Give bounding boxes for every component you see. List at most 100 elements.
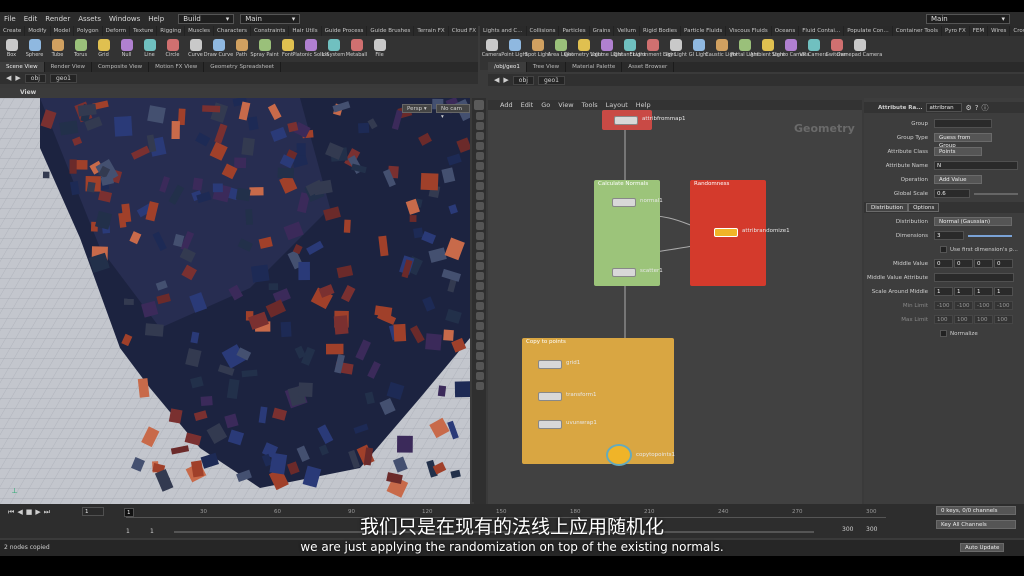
grid-node[interactable] — [538, 360, 562, 369]
shelf-tab[interactable]: Hair Utils — [289, 26, 322, 36]
copy-to-points-box[interactable]: Copy to points — [522, 338, 674, 464]
toolbar-icon[interactable] — [476, 212, 484, 220]
shelf-tab[interactable]: Viscous Fluids — [726, 26, 772, 36]
tab-geometry-spreadsheet[interactable]: Geometry Spreadsheet — [204, 62, 282, 72]
shelf-tab[interactable]: Crowds — [1010, 26, 1024, 36]
toolbar-icon[interactable] — [476, 332, 484, 340]
shelf-tab[interactable]: Lights and C... — [480, 26, 527, 36]
network-editor[interactable]: Geometry attribfrommap1 Calculate Normal… — [488, 110, 862, 504]
toolbar-icon[interactable] — [476, 272, 484, 280]
min-value-1[interactable]: -100 — [954, 301, 973, 310]
max-value-1[interactable]: 100 — [954, 315, 973, 324]
tab-render-view[interactable]: Render View — [45, 62, 92, 72]
toolbar-icon[interactable] — [476, 152, 484, 160]
min-value-3[interactable]: -100 — [994, 301, 1013, 310]
toolbar-icon[interactable] — [476, 232, 484, 240]
toolbar-icon[interactable] — [476, 192, 484, 200]
tab-asset-browser[interactable]: Asset Browser — [622, 62, 675, 72]
toolbar-icon[interactable] — [476, 262, 484, 270]
path-obj[interactable]: obj — [24, 73, 46, 83]
shelf-tab[interactable]: Collisions — [527, 26, 560, 36]
attr-name-field[interactable]: N — [934, 161, 1018, 170]
menu-help[interactable]: Help — [144, 15, 168, 23]
forward-icon[interactable]: ▶ — [15, 74, 20, 82]
path-geo1[interactable]: geo1 — [49, 73, 77, 83]
use-first-checkbox[interactable] — [940, 246, 947, 253]
shelf-tab[interactable]: Grains — [590, 26, 615, 36]
shelf-tab[interactable]: Terrain FX — [414, 26, 449, 36]
scale-value-2[interactable]: 1 — [974, 287, 993, 296]
net-menu-add[interactable]: Add — [500, 100, 513, 110]
toolbar-icon[interactable] — [474, 100, 484, 110]
toolbar-icon[interactable] — [476, 382, 484, 390]
group-type-menu[interactable]: Guess from Group — [934, 133, 992, 149]
shelf-tab[interactable]: Rigging — [157, 26, 186, 36]
toolbar-icon[interactable] — [476, 342, 484, 350]
max-value-2[interactable]: 100 — [974, 315, 993, 324]
shelf-tab[interactable]: Deform — [103, 26, 131, 36]
net-menu-layout[interactable]: Layout — [606, 100, 628, 110]
net-menu-go[interactable]: Go — [541, 100, 550, 110]
toolbar-icon[interactable] — [476, 322, 484, 330]
copytopoints-node[interactable] — [606, 444, 632, 466]
shelf-tab[interactable]: Polygon — [74, 26, 103, 36]
toolbar-icon[interactable] — [476, 362, 484, 370]
menu-file[interactable]: File — [0, 15, 20, 23]
attribrandomize-node[interactable] — [714, 228, 738, 237]
toolbar-icon[interactable] — [476, 292, 484, 300]
shelf-tab[interactable]: Constraints — [251, 26, 290, 36]
normal-node[interactable] — [612, 198, 636, 207]
forward-icon[interactable]: ▶ — [503, 76, 508, 84]
toolbar-icon[interactable] — [476, 312, 484, 320]
shelf-tab[interactable]: Model — [51, 26, 75, 36]
shelf-tab[interactable]: Cloud FX — [449, 26, 478, 36]
right-context-select[interactable]: Main ▾ — [926, 14, 1010, 24]
info-icon[interactable]: ⓘ — [981, 103, 988, 113]
shelf-tab[interactable]: Characters — [214, 26, 252, 36]
min-value-2[interactable]: -100 — [974, 301, 993, 310]
shelf-tab[interactable]: Fluid Contai... — [799, 26, 845, 36]
shelf-tab[interactable]: Texture — [130, 26, 158, 36]
shelf-tab[interactable]: Guide Process — [322, 26, 368, 36]
context-select[interactable]: Main ▾ — [240, 14, 301, 24]
group-field[interactable] — [934, 119, 992, 128]
shelf-tab[interactable]: Oceans — [772, 26, 800, 36]
net-menu-edit[interactable]: Edit — [521, 100, 534, 110]
tab-distribution[interactable]: Distribution — [866, 203, 909, 212]
distribution-menu[interactable]: Normal (Gaussian) — [934, 217, 1012, 226]
attr-class-menu[interactable]: Points — [934, 147, 982, 156]
toolbar-icon[interactable] — [476, 112, 484, 120]
toolbar-icon[interactable] — [476, 202, 484, 210]
middle-value-3[interactable]: 0 — [994, 259, 1013, 268]
shelf-tab[interactable]: Vellum — [614, 26, 641, 36]
tab-scene-view[interactable]: Scene View — [0, 62, 45, 72]
operation-menu[interactable]: Add Value — [934, 175, 982, 184]
scatter-node[interactable] — [612, 268, 636, 277]
max-value-3[interactable]: 100 — [994, 315, 1013, 324]
middle-value-1[interactable]: 0 — [954, 259, 973, 268]
menu-windows[interactable]: Windows — [105, 15, 144, 23]
tab-motion-fx-view[interactable]: Motion FX View — [149, 62, 205, 72]
tab-tree-view[interactable]: Tree View — [527, 62, 567, 72]
menu-edit[interactable]: Edit — [20, 15, 42, 23]
global-scale-field[interactable]: 0.6 — [934, 189, 970, 198]
camera-menu[interactable]: No cam ▾ — [436, 104, 470, 120]
shelf-tab[interactable]: Pyro FX — [942, 26, 970, 36]
back-icon[interactable]: ◀ — [6, 74, 11, 82]
toolbar-icon[interactable] — [476, 282, 484, 290]
menu-assets[interactable]: Assets — [74, 15, 105, 23]
persp-menu[interactable]: Persp ▾ — [402, 104, 432, 113]
toolbar-icon[interactable] — [476, 122, 484, 130]
shelf-tab[interactable]: Modify — [25, 26, 51, 36]
net-menu-tools[interactable]: Tools — [582, 100, 598, 110]
shelf-tab[interactable]: Wires — [988, 26, 1011, 36]
shelf-tab[interactable]: FEM — [970, 26, 989, 36]
uvunwrap-node[interactable] — [538, 420, 562, 429]
toolbar-icon[interactable] — [476, 252, 484, 260]
dimensions-slider[interactable] — [968, 234, 1012, 237]
max-value-0[interactable]: 100 — [934, 315, 953, 324]
tab-network-editor[interactable]: /obj/geo1 — [488, 62, 527, 72]
shelf-tab[interactable]: Populate Con... — [844, 26, 893, 36]
normalize-checkbox[interactable] — [940, 330, 947, 337]
toolbar-icon[interactable] — [476, 352, 484, 360]
